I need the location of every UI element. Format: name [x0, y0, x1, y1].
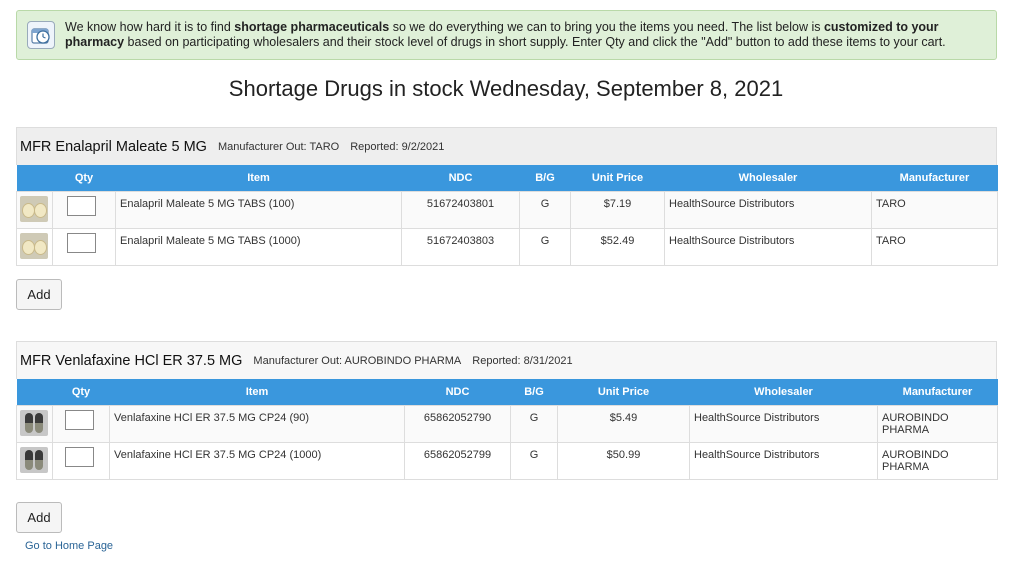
capsule-image[interactable] — [20, 446, 48, 473]
col-ndc: NDC — [404, 379, 511, 405]
drug-name: MFR Enalapril Maleate 5 MG — [20, 138, 207, 155]
price-cell: $5.49 — [557, 404, 690, 443]
item-cell: Enalapril Maleate 5 MG TABS (1000) — [115, 227, 402, 266]
product-image-cell — [16, 441, 53, 480]
page-title: Shortage Drugs in stock Wednesday, Septe… — [228, 76, 784, 101]
product-image-cell — [16, 190, 53, 229]
table-header: Qty Item NDC B/G Unit Price Wholesaler M… — [16, 379, 998, 405]
col-qty: Qty — [52, 165, 116, 191]
manufacturer-out: Manufacturer Out: TARO — [217, 140, 340, 153]
qty-cell — [52, 190, 116, 229]
qty-input[interactable] — [65, 409, 94, 430]
tablet-image[interactable] — [20, 195, 48, 222]
add-button[interactable]: Add — [16, 279, 62, 310]
qty-input[interactable] — [67, 232, 96, 253]
drug-section: MFR Venlafaxine HCl ER 37.5 MG Manufactu… — [16, 341, 998, 480]
bg-cell: G — [510, 404, 558, 443]
product-image-cell — [16, 227, 53, 266]
bg-cell: G — [519, 190, 571, 229]
qty-cell — [52, 441, 110, 480]
col-image — [16, 379, 53, 405]
home-page-link[interactable]: Go to Home Page — [25, 540, 113, 552]
col-manufacturer: Manufacturer — [871, 165, 998, 191]
col-item: Item — [109, 379, 405, 405]
table-header: Qty Item NDC B/G Unit Price Wholesaler M… — [16, 165, 998, 191]
section-header: MFR Enalapril Maleate 5 MG Manufacturer … — [16, 127, 997, 165]
bg-cell: G — [519, 227, 571, 266]
col-wholesaler: Wholesaler — [664, 165, 872, 191]
col-unit-price: Unit Price — [557, 379, 690, 405]
wholesaler-cell: HealthSource Distributors — [689, 404, 878, 443]
manufacturer-cell: TARO — [871, 190, 998, 229]
reported-date: Reported: 8/31/2021 — [472, 354, 573, 367]
drug-name: MFR Venlafaxine HCl ER 37.5 MG — [20, 352, 243, 369]
tablet-image[interactable] — [20, 232, 48, 259]
wholesaler-cell: HealthSource Distributors — [664, 190, 872, 229]
ndc-cell: 51672403803 — [401, 227, 520, 266]
ndc-cell: 65862052790 — [404, 404, 511, 443]
qty-cell — [52, 227, 116, 266]
qty-cell — [52, 404, 110, 443]
product-image-cell — [16, 404, 53, 443]
section-header: MFR Venlafaxine HCl ER 37.5 MG Manufactu… — [16, 341, 997, 379]
col-bg: B/G — [519, 165, 571, 191]
price-cell: $52.49 — [570, 227, 665, 266]
col-image — [16, 165, 53, 191]
manufacturer-cell: AUROBINDO PHARMA — [877, 441, 998, 480]
manufacturer-cell: AUROBINDO PHARMA — [877, 404, 998, 443]
drug-section: MFR Enalapril Maleate 5 MG Manufacturer … — [16, 127, 998, 266]
ndc-cell: 51672403801 — [401, 190, 520, 229]
qty-input[interactable] — [67, 195, 96, 216]
item-cell: Venlafaxine HCl ER 37.5 MG CP24 (90) — [109, 404, 405, 443]
col-manufacturer: Manufacturer — [877, 379, 998, 405]
item-cell: Venlafaxine HCl ER 37.5 MG CP24 (1000) — [109, 441, 405, 480]
col-qty: Qty — [52, 379, 110, 405]
info-banner: We know how hard it is to find shortage … — [16, 10, 997, 60]
table-row: Venlafaxine HCl ER 37.5 MG CP24 (1000) 6… — [16, 441, 998, 480]
manufacturer-out: Manufacturer Out: AUROBINDO PHARMA — [253, 354, 462, 367]
qty-input[interactable] — [65, 446, 94, 467]
info-banner-text: We know how hard it is to find shortage … — [65, 20, 946, 49]
capsule-image[interactable] — [20, 409, 48, 436]
col-ndc: NDC — [401, 165, 520, 191]
price-cell: $7.19 — [570, 190, 665, 229]
wholesaler-cell: HealthSource Distributors — [664, 227, 872, 266]
add-button[interactable]: Add — [16, 502, 62, 533]
manufacturer-cell: TARO — [871, 227, 998, 266]
wholesaler-cell: HealthSource Distributors — [689, 441, 878, 480]
reported-date: Reported: 9/2/2021 — [350, 140, 445, 153]
table-row: Enalapril Maleate 5 MG TABS (1000) 51672… — [16, 227, 998, 266]
bg-cell: G — [510, 441, 558, 480]
col-item: Item — [115, 165, 402, 191]
col-unit-price: Unit Price — [570, 165, 665, 191]
drug-table: Qty Item NDC B/G Unit Price Wholesaler M… — [16, 165, 998, 266]
table-row: Enalapril Maleate 5 MG TABS (100) 516724… — [16, 190, 998, 229]
price-cell: $50.99 — [557, 441, 690, 480]
col-bg: B/G — [510, 379, 558, 405]
ndc-cell: 65862052799 — [404, 441, 511, 480]
table-row: Venlafaxine HCl ER 37.5 MG CP24 (90) 658… — [16, 404, 998, 443]
item-cell: Enalapril Maleate 5 MG TABS (100) — [115, 190, 402, 229]
drug-table: Qty Item NDC B/G Unit Price Wholesaler M… — [16, 379, 998, 480]
clock-calendar-icon — [27, 21, 55, 49]
col-wholesaler: Wholesaler — [689, 379, 878, 405]
